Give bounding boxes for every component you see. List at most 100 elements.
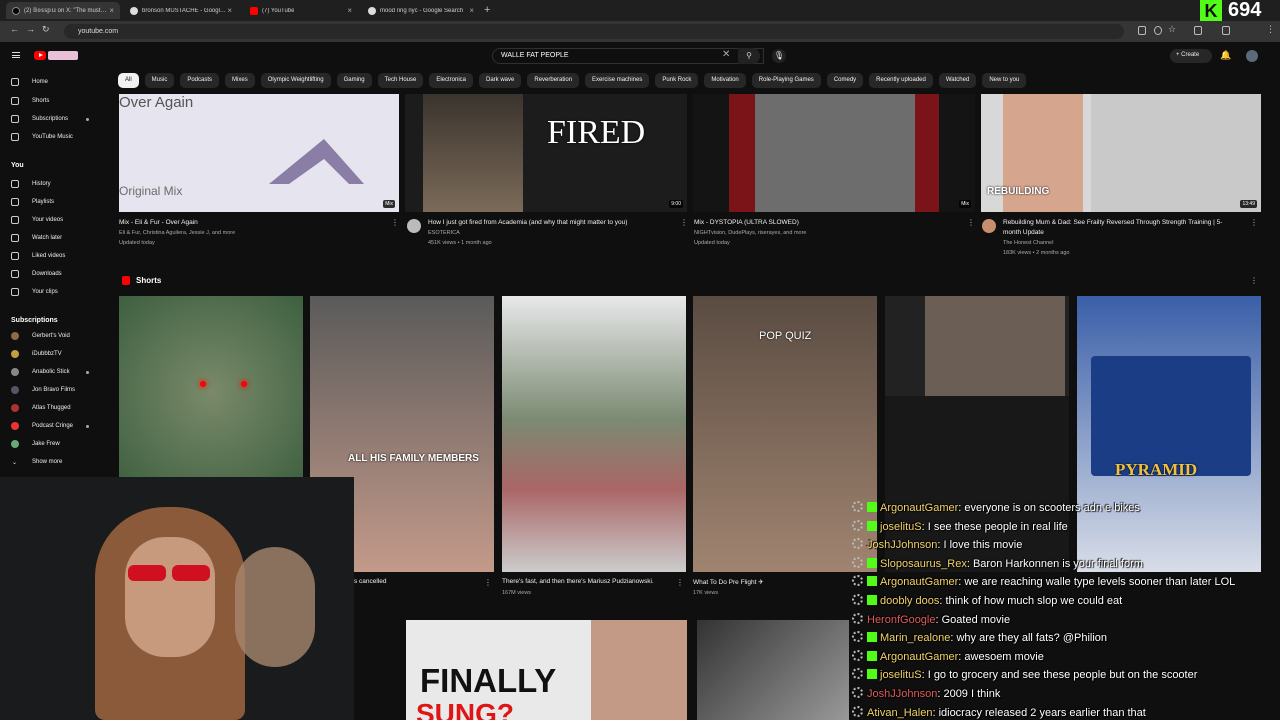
more-options-icon[interactable]: ⋮ — [1250, 218, 1258, 227]
chat-username[interactable]: ArgonautGamer — [880, 651, 958, 663]
filter-chip[interactable]: Dark wave — [479, 73, 522, 88]
sidebar-item[interactable]: Podcast Cringe — [0, 418, 110, 434]
chat-username[interactable]: joselituS — [880, 669, 922, 681]
filter-chip[interactable]: Electronica — [429, 73, 474, 88]
chat-username[interactable]: Ativan_Halen — [867, 707, 932, 719]
zoom-icon[interactable] — [1154, 26, 1162, 35]
sidebar-item[interactable]: Your clips — [0, 284, 110, 300]
close-tab-icon[interactable]: × — [469, 6, 474, 15]
channel-avatar[interactable] — [982, 219, 996, 233]
video-channel[interactable]: The Honest Channel — [1003, 240, 1053, 246]
close-tab-icon[interactable]: × — [227, 6, 232, 15]
filter-chip[interactable]: All — [118, 73, 139, 88]
video-channel[interactable]: ESOTERICA — [428, 230, 460, 236]
sidebar-item[interactable]: iDubbbzTV — [0, 346, 110, 362]
filter-chip[interactable]: Punk Rock — [655, 73, 699, 88]
sidebar-item[interactable]: Shorts — [0, 93, 110, 109]
new-tab-button[interactable]: + — [484, 4, 490, 16]
short-title[interactable]: There's fast, and then there's Mariusz P… — [502, 578, 654, 585]
more-options-icon[interactable]: ⋮ — [484, 578, 492, 587]
video-thumbnail[interactable] — [697, 620, 849, 720]
youtube-logo-icon[interactable] — [34, 51, 46, 60]
sidebar-item[interactable]: Home — [0, 74, 110, 90]
filter-chip[interactable]: Comedy — [826, 73, 864, 88]
chat-username[interactable]: ArgonautGamer — [880, 502, 958, 514]
show-more-button[interactable]: Show more ⌄ — [0, 454, 110, 470]
sidebar-item[interactable]: Your videos — [0, 212, 110, 228]
sidebar-item[interactable]: Watch later — [0, 230, 110, 246]
hamburger-menu-icon[interactable] — [12, 52, 20, 58]
video-thumbnail[interactable]: Mix — [693, 94, 975, 212]
clear-search-icon[interactable]: ✕ — [722, 49, 730, 60]
filter-chip[interactable]: Motivation — [704, 73, 746, 88]
video-title[interactable]: Mix - Eli & Fur - Over Again — [119, 219, 198, 226]
video-channel[interactable]: NIGHTvision, DudePlays, riserayes, and m… — [694, 230, 806, 236]
video-thumbnail[interactable]: FIRED 9:00 — [405, 94, 687, 212]
forward-arrow-icon[interactable]: → — [26, 24, 35, 34]
sidebar-item[interactable]: Playlists — [0, 194, 110, 210]
sidebar-item[interactable]: Subscriptions — [0, 111, 110, 127]
chat-username[interactable]: doobly doos — [880, 595, 939, 607]
sidepanel-icon[interactable] — [1222, 26, 1230, 35]
filter-chip[interactable]: Podcasts — [180, 73, 220, 88]
more-options-icon[interactable]: ⋮ — [680, 218, 688, 227]
chat-username[interactable]: Marin_realone — [880, 632, 950, 644]
more-options-icon[interactable]: ⋮ — [967, 218, 975, 227]
sidebar-item[interactable]: YouTube Music — [0, 129, 110, 145]
search-button[interactable]: ⚲ — [738, 48, 760, 64]
sidebar-item[interactable]: Jon Bravo Films — [0, 382, 110, 398]
filter-chip[interactable]: Gaming — [336, 73, 372, 88]
voice-search-mic-icon[interactable]: 🎙 — [772, 49, 786, 63]
sidebar-item[interactable]: Jake Frew — [0, 436, 110, 452]
filter-chip[interactable]: Exercise machines — [585, 73, 650, 88]
extensions-icon[interactable] — [1194, 26, 1202, 35]
menu-dots-icon[interactable]: ⋮ — [1266, 24, 1275, 35]
filter-chip[interactable]: Reverberation — [527, 73, 580, 88]
close-tab-icon[interactable]: × — [109, 6, 114, 15]
sidebar-item[interactable]: Anabolic Stick — [0, 364, 110, 380]
filter-chip[interactable]: Tech House — [377, 73, 424, 88]
video-title[interactable]: Mix - DYSTOPIA (ULTRA SLOWED) — [694, 219, 799, 226]
video-thumbnail[interactable]: Over Again Original Mix Mix — [119, 94, 399, 212]
filter-chip[interactable]: New to you — [982, 73, 1027, 88]
video-thumbnail[interactable]: REBUILDING 13:49 — [981, 94, 1261, 212]
notifications-bell-icon[interactable]: 🔔 — [1220, 50, 1231, 61]
back-arrow-icon[interactable]: ← — [10, 24, 19, 34]
chat-username[interactable]: Sloposaurus_Rex — [880, 558, 967, 570]
more-options-icon[interactable]: ⋮ — [1250, 276, 1258, 285]
filter-chip[interactable]: Role-Playing Games — [751, 73, 821, 88]
sidebar-item[interactable]: Liked videos — [0, 248, 110, 264]
more-options-icon[interactable]: ⋮ — [391, 218, 399, 227]
video-channel[interactable]: Eli & Fur, Christina Aguilera, Jessie J,… — [119, 230, 235, 236]
browser-tab[interactable]: (7) YouTube × — [244, 2, 358, 19]
browser-tab[interactable]: (2) 𝔹𝕠𝕤𝕤𝕡𝕦 on X: "The mustach × — [6, 2, 120, 19]
avatar[interactable] — [1246, 50, 1258, 62]
chat-username[interactable]: ArgonautGamer — [880, 576, 958, 588]
bookmark-star-icon[interactable]: ☆ — [1168, 24, 1176, 35]
more-options-icon[interactable]: ⋮ — [676, 578, 684, 587]
reload-icon[interactable]: ↻ — [42, 24, 50, 35]
you-section-header[interactable]: You — [11, 162, 24, 169]
chat-username[interactable]: JoshJJohnson — [867, 688, 937, 700]
chat-username[interactable]: JoshJJohnson — [867, 539, 937, 551]
video-title[interactable]: Rebuilding Mum & Dad: See Frailty Revers… — [1003, 219, 1222, 226]
sidebar-item[interactable]: Gerbert's Void — [0, 328, 110, 344]
channel-avatar[interactable] — [407, 219, 421, 233]
filter-chip[interactable]: Recently uploaded — [869, 73, 933, 88]
video-title[interactable]: How I just got fired from Academia (and … — [428, 219, 627, 226]
browser-tab[interactable]: bronson MUSTACHE - Google S × — [124, 2, 238, 19]
video-thumbnail[interactable]: FINALLY SUNG? — [406, 620, 687, 720]
filter-chip[interactable]: Mixes — [225, 73, 255, 88]
sidebar-item[interactable]: Downloads — [0, 266, 110, 282]
address-input[interactable]: youtube.com — [64, 24, 1124, 39]
short-title[interactable]: What To Do Pre Flight ✈ — [693, 578, 764, 586]
filter-chip[interactable]: Olympic Weightlifting — [260, 73, 331, 88]
short-thumbnail[interactable] — [502, 296, 686, 572]
create-button[interactable]: + Create — [1170, 49, 1212, 63]
youtube-doodle-logo[interactable] — [48, 51, 78, 60]
close-tab-icon[interactable]: × — [347, 6, 352, 15]
sidebar-item[interactable]: Atlas Thugged — [0, 400, 110, 416]
chat-username[interactable]: HeronfGoogle — [867, 614, 936, 626]
chat-username[interactable]: joselituS — [880, 521, 922, 533]
short-title[interactable]: s cancelled — [354, 578, 387, 585]
